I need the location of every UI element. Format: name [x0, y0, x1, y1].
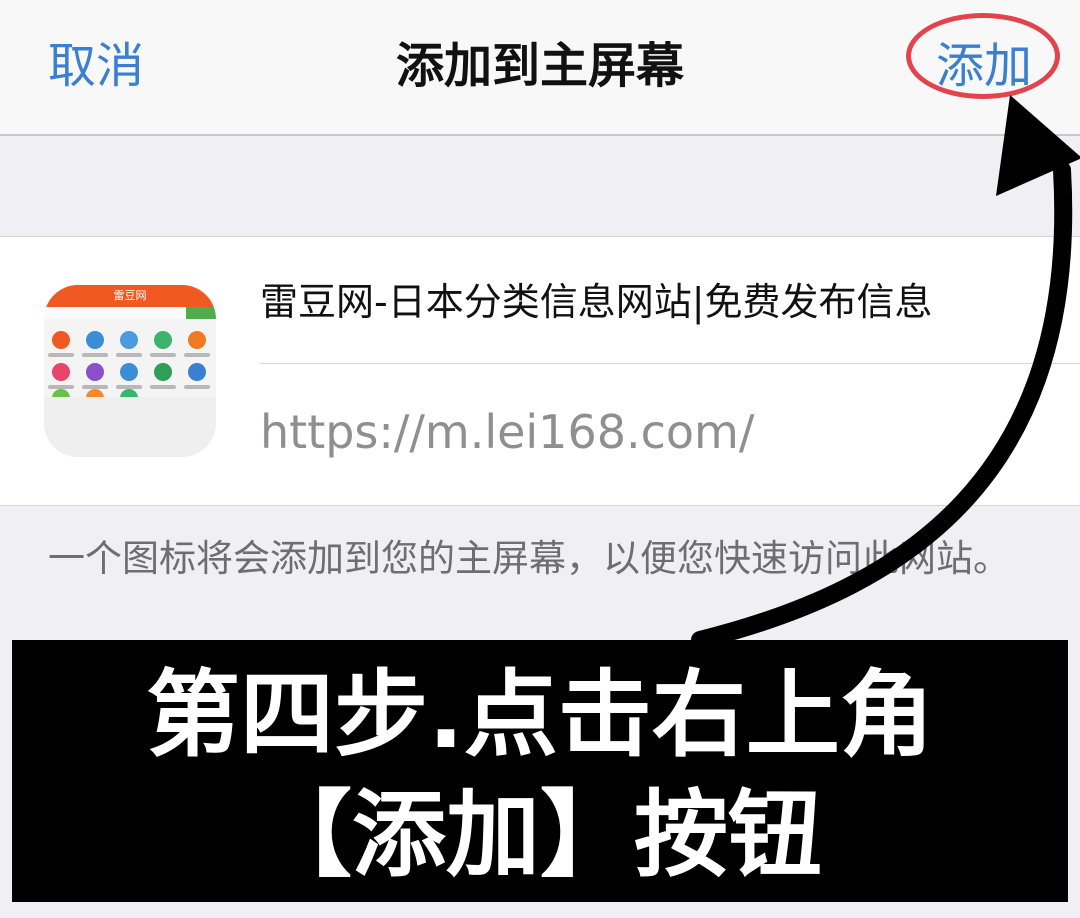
category-label-mark: [184, 353, 210, 357]
category-icon: [52, 363, 70, 381]
category-icon: [52, 331, 70, 349]
navigation-bar: 取消 添加到主屏幕 添加: [0, 0, 1080, 136]
instruction-line-2: 【添加】按钮: [257, 781, 822, 890]
category-icon: [154, 363, 172, 381]
site-title[interactable]: 雷豆网-日本分类信息网站|免费发布信息: [260, 271, 1060, 326]
instruction-line-1: 第四步.点击右上角: [146, 661, 934, 770]
app-icon-fade: [44, 397, 216, 457]
category-icon: [154, 331, 172, 349]
bookmark-card: 雷豆网 雷豆网-日本分类信息网站|免费发布信息 https://m.lei168…: [0, 236, 1080, 506]
category-label-mark: [116, 353, 142, 357]
category-icon: [188, 363, 206, 381]
category-icon: [120, 331, 138, 349]
category-icon: [86, 363, 104, 381]
app-icon-green-tag: [186, 307, 216, 319]
category-label-mark: [82, 353, 108, 357]
category-icon: [120, 363, 138, 381]
site-url: https://m.lei168.com/: [260, 405, 755, 459]
hint-text: 一个图标将会添加到您的主屏幕，以便您快速访问此网站。: [48, 537, 1010, 580]
category-label-mark: [184, 385, 210, 389]
instruction-banner: 第四步.点击右上角 【添加】按钮: [12, 640, 1068, 902]
app-icon-header: 雷豆网: [44, 285, 216, 307]
category-label-mark: [150, 353, 176, 357]
divider: [260, 363, 1080, 364]
category-icon: [188, 331, 206, 349]
add-button-highlight-circle: [906, 13, 1060, 99]
category-icon: [86, 331, 104, 349]
category-label-mark: [48, 353, 74, 357]
site-app-icon: 雷豆网: [44, 285, 216, 457]
category-label-mark: [150, 385, 176, 389]
